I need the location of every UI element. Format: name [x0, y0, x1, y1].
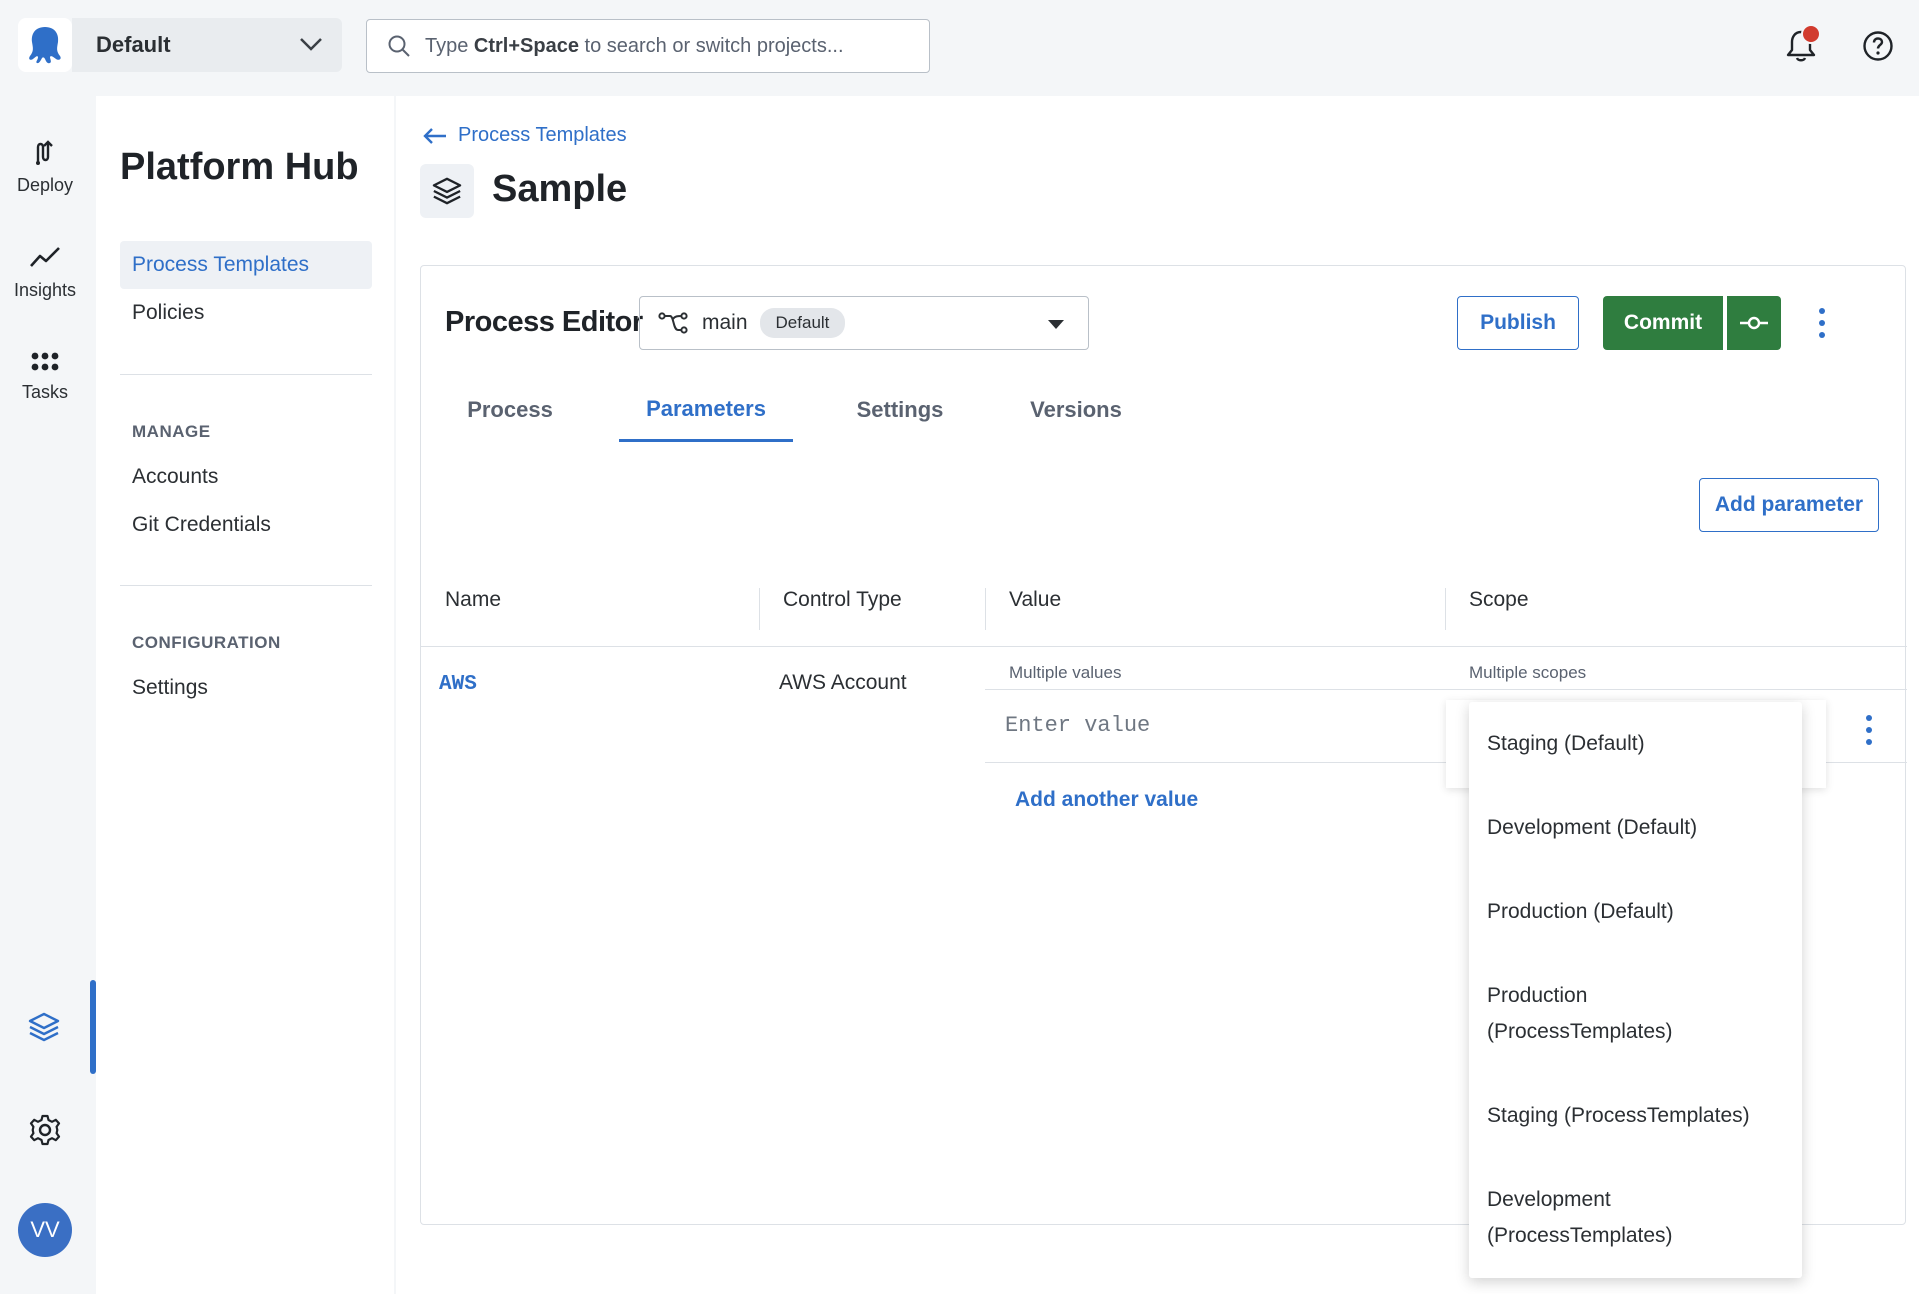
table-header-divider — [421, 646, 1907, 647]
help-icon[interactable] — [1862, 30, 1894, 62]
git-commit-icon — [1740, 316, 1768, 330]
rail-label-tasks: Tasks — [21, 382, 68, 402]
caret-down-icon — [1048, 320, 1064, 329]
insights-icon — [30, 247, 60, 267]
rail-item-deploy[interactable]: Deploy — [0, 137, 90, 196]
search-icon — [388, 35, 410, 57]
column-divider — [1445, 588, 1446, 630]
value-more-options-icon[interactable] — [1864, 715, 1874, 745]
branch-selector[interactable]: main Default — [639, 296, 1089, 350]
top-bar: Default Type Ctrl+Space to search or swi… — [0, 0, 1919, 96]
avatar-initials: VV — [30, 1217, 60, 1242]
column-divider — [759, 588, 760, 630]
layers-icon[interactable] — [27, 1011, 61, 1043]
tab-parameters[interactable]: Parameters — [619, 378, 793, 442]
add-another-value-button[interactable]: Add another value — [1015, 788, 1198, 812]
value-summary: Multiple values — [1009, 663, 1122, 682]
search-placeholder-suffix: to search or switch projects... — [578, 34, 844, 57]
tab-settings[interactable]: Settings — [835, 378, 965, 442]
chevron-down-icon — [300, 38, 322, 51]
column-header-name: Name — [445, 588, 502, 611]
column-header-scope: Scope — [1469, 588, 1529, 611]
editor-title: Process Editor — [445, 306, 643, 338]
value-row-divider — [985, 689, 1907, 690]
page-title: Sample — [492, 168, 628, 210]
branch-default-badge: Default — [759, 308, 846, 338]
scope-option[interactable]: Production (ProcessTemplates) — [1487, 978, 1687, 1050]
scope-summary: Multiple scopes — [1469, 663, 1587, 682]
add-parameter-button[interactable]: Add parameter — [1699, 478, 1879, 532]
git-branch-icon — [658, 312, 688, 334]
column-divider — [985, 588, 986, 630]
value-input[interactable]: Enter value — [1005, 713, 1150, 738]
subnav-item-settings[interactable]: Settings — [120, 664, 372, 712]
search-placeholder-shortcut: Ctrl+Space — [473, 34, 579, 57]
subnav-item-label: Settings — [132, 676, 208, 699]
subnav-item-git-credentials[interactable]: Git Credentials — [120, 501, 372, 549]
section-title: Platform Hub — [120, 146, 359, 188]
parameter-control-type: AWS Account — [779, 671, 907, 694]
subnav-item-label: Policies — [132, 301, 205, 324]
search-placeholder-prefix: Type — [425, 34, 474, 57]
space-selector[interactable]: Default — [72, 18, 342, 72]
manage-heading: MANAGE — [132, 422, 211, 441]
rail-item-insights[interactable]: Insights — [0, 242, 90, 301]
more-options-icon[interactable] — [1817, 308, 1827, 338]
commit-button[interactable]: Commit — [1603, 296, 1723, 350]
template-icon — [420, 164, 474, 218]
octopus-logo-icon[interactable] — [18, 18, 72, 72]
parameter-name-link[interactable]: AWS — [439, 673, 477, 696]
tasks-icon — [31, 352, 59, 371]
scope-dropdown-menu: Staging (Default) Development (Default) … — [1469, 702, 1802, 1278]
subnav-divider — [120, 585, 372, 586]
rail-label-deploy: Deploy — [16, 175, 74, 195]
column-header-value: Value — [1009, 588, 1062, 611]
subnav-item-process-templates[interactable]: Process Templates — [120, 241, 372, 289]
scope-option[interactable]: Development (Default) — [1487, 810, 1787, 846]
search-input[interactable]: Type Ctrl+Space to search or switch proj… — [366, 19, 930, 73]
scope-option[interactable]: Staging (ProcessTemplates) — [1487, 1098, 1787, 1134]
gear-icon[interactable] — [28, 1113, 62, 1147]
scope-option[interactable]: Staging (Default) — [1487, 726, 1787, 762]
column-header-control-type: Control Type — [783, 588, 902, 611]
subnav-item-label: Accounts — [132, 465, 219, 488]
layers-icon — [432, 177, 462, 205]
commit-options-button[interactable] — [1727, 296, 1781, 350]
scope-option[interactable]: Production (Default) — [1487, 894, 1787, 930]
back-link-label: Process Templates — [458, 124, 627, 146]
tab-versions[interactable]: Versions — [1011, 378, 1141, 442]
avatar[interactable]: VV — [18, 1203, 72, 1257]
space-name: Default — [96, 32, 171, 57]
subnav-item-label: Git Credentials — [132, 513, 271, 536]
branch-name: main — [702, 311, 748, 334]
secondary-sidebar: Platform Hub Process Templates Policies … — [96, 96, 394, 1294]
subnav-item-label: Process Templates — [132, 253, 310, 276]
deploy-icon — [36, 140, 53, 165]
publish-button[interactable]: Publish — [1457, 296, 1579, 350]
subnav-item-accounts[interactable]: Accounts — [120, 453, 372, 501]
configuration-heading: CONFIGURATION — [132, 633, 281, 652]
arrow-left-icon — [423, 127, 446, 144]
notification-badge — [1801, 24, 1821, 44]
rail-label-insights: Insights — [13, 280, 77, 300]
subnav-item-policies[interactable]: Policies — [120, 289, 372, 337]
tab-process[interactable]: Process — [445, 378, 575, 442]
back-link[interactable]: Process Templates — [422, 124, 627, 147]
subnav-divider — [120, 374, 372, 375]
scope-option[interactable]: Development (ProcessTemplates) — [1487, 1182, 1687, 1254]
rail-item-tasks[interactable]: Tasks — [0, 350, 90, 403]
